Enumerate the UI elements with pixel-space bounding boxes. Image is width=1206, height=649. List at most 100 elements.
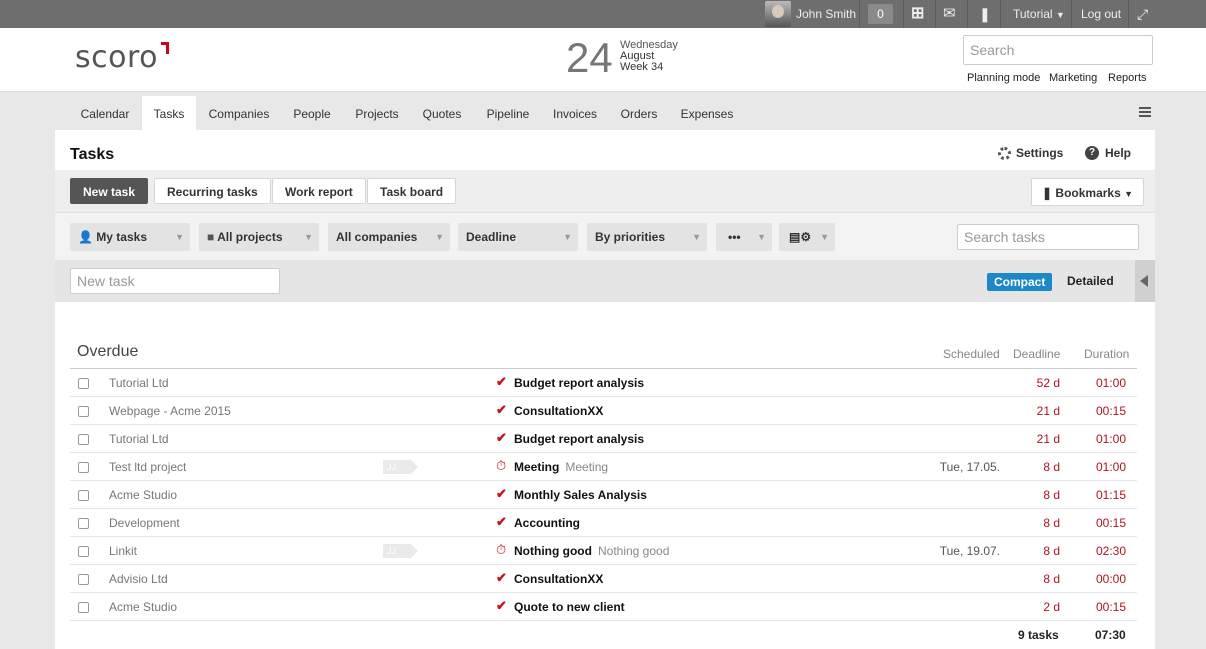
task-title[interactable]: Quote to new client [514, 600, 625, 614]
deadline-filter[interactable]: Deadline ▼ [458, 223, 578, 251]
task-project[interactable]: Linkit [109, 544, 137, 558]
task-project[interactable]: Test ltd project [109, 460, 186, 474]
task-title[interactable]: Budget report analysis [514, 376, 644, 390]
task-project[interactable]: Advisio Ltd [109, 572, 168, 586]
task-project[interactable]: Tutorial Ltd [109, 376, 169, 390]
help-link[interactable]: Help [1105, 146, 1131, 160]
task-project[interactable]: Tutorial Ltd [109, 432, 169, 446]
task-title[interactable]: Meeting Meeting [514, 460, 608, 474]
user-name[interactable]: John Smith [796, 0, 856, 28]
collapse-sidebar-icon[interactable] [1135, 260, 1155, 302]
reports-link[interactable]: Reports [1108, 72, 1147, 84]
tab-people[interactable]: People [286, 96, 338, 130]
col-duration[interactable]: Duration [1084, 347, 1129, 361]
task-checkbox[interactable] [78, 546, 89, 557]
logout-link[interactable]: Log out [1081, 0, 1121, 28]
priorities-filter[interactable]: By priorities ▼ [587, 223, 707, 251]
table-row[interactable]: Webpage - Acme 2015 ✔ ConsultationXX 21 d 00… [70, 397, 1137, 425]
work-report-button[interactable]: Work report [272, 178, 366, 204]
task-title[interactable]: ConsultationXX [514, 572, 603, 586]
search-input[interactable]: Search [963, 35, 1153, 65]
task-duration: 00:15 [1095, 600, 1126, 614]
task-project[interactable]: Acme Studio [109, 488, 177, 502]
task-title[interactable]: Budget report analysis [514, 432, 644, 446]
chevron-down-icon: ▼ [757, 232, 766, 242]
settings-link[interactable]: Settings [1016, 146, 1063, 160]
my-tasks-label: My tasks [96, 230, 147, 244]
task-checkbox[interactable] [78, 490, 89, 501]
all-companies-label: All companies [336, 230, 418, 244]
tab-projects[interactable]: Projects [348, 96, 406, 130]
task-duration: 00:15 [1095, 516, 1126, 530]
table-row[interactable]: Linkit JJ ⏱ Nothing good Nothing good Tue, 19… [70, 537, 1137, 565]
menu-icon[interactable] [1139, 107, 1151, 117]
task-title[interactable]: Accounting [514, 516, 580, 530]
task-title[interactable]: ConsultationXX [514, 404, 603, 418]
task-title-text: ConsultationXX [514, 404, 604, 418]
task-duration: 01:15 [1095, 488, 1126, 502]
table-row[interactable]: Advisio Ltd ✔ ConsultationXX 8 d 00:00 [70, 565, 1137, 593]
more-filter[interactable]: ••• ▼ [716, 223, 772, 251]
add-icon[interactable]: ⊞ [911, 0, 924, 28]
search-tasks-input[interactable]: Search tasks [957, 224, 1139, 250]
bookmark-icon[interactable]: ❚ [979, 0, 991, 28]
tutorial-menu[interactable]: Tutorial ▼ [1013, 0, 1065, 28]
tab-invoices[interactable]: Invoices [547, 96, 603, 130]
task-project[interactable]: Acme Studio [109, 600, 177, 614]
task-deadline: 8 d [1043, 460, 1060, 474]
tab-tasks[interactable]: Tasks [142, 96, 196, 130]
columns-filter[interactable]: ▤⚙ ▼ [779, 223, 835, 251]
tab-expenses[interactable]: Expenses [674, 96, 740, 130]
col-deadline[interactable]: Deadline [1013, 347, 1060, 361]
task-checkbox[interactable] [78, 462, 89, 473]
marketing-link[interactable]: Marketing [1049, 72, 1097, 84]
user-avatar[interactable] [765, 1, 791, 27]
table-row[interactable]: Development ✔ Accounting 8 d 00:15 [70, 509, 1137, 537]
tab-pipeline[interactable]: Pipeline [479, 96, 537, 130]
check-icon: ✔ [496, 430, 507, 445]
help-icon[interactable]: ? [1085, 146, 1099, 160]
tab-calendar[interactable]: Calendar [72, 96, 138, 130]
mail-icon[interactable]: ✉ [943, 0, 956, 28]
tab-orders[interactable]: Orders [614, 96, 664, 130]
task-checkbox[interactable] [78, 434, 89, 445]
my-tasks-filter[interactable]: 👤 My tasks ▼ [70, 223, 190, 251]
tab-companies[interactable]: Companies [201, 96, 277, 130]
task-board-button[interactable]: Task board [367, 178, 457, 204]
task-checkbox[interactable] [78, 378, 89, 389]
all-projects-filter[interactable]: ■ All projects ▼ [199, 223, 319, 251]
notification-count[interactable]: 0 [868, 4, 893, 24]
fullscreen-icon[interactable]: ⤢ [1137, 0, 1148, 28]
logo[interactable]: scoro [75, 40, 158, 75]
divider [859, 0, 860, 28]
table-row[interactable]: Tutorial Ltd ✔ Budget report analysis 52 d 0… [70, 369, 1137, 397]
task-deadline: 8 d [1043, 516, 1060, 530]
table-row[interactable]: Test ltd project JJ ⏱ Meeting Meeting Tue, 17… [70, 453, 1137, 481]
task-project[interactable]: Development [109, 516, 180, 530]
task-checkbox[interactable] [78, 602, 89, 613]
detailed-view-toggle[interactable]: Detailed [1067, 274, 1114, 288]
gear-icon[interactable] [998, 147, 1011, 160]
col-scheduled[interactable]: Scheduled [943, 347, 1000, 361]
task-deadline: 21 d [1036, 404, 1060, 418]
table-row[interactable]: Acme Studio ✔ Quote to new client 2 d 00:15 [70, 593, 1137, 621]
task-checkbox[interactable] [78, 406, 89, 417]
all-companies-filter[interactable]: All companies ▼ [328, 223, 450, 251]
recurring-tasks-button[interactable]: Recurring tasks [154, 178, 271, 204]
task-checkbox[interactable] [78, 574, 89, 585]
new-task-bar: New task Compact Detailed [55, 260, 1155, 302]
compact-view-toggle[interactable]: Compact [987, 273, 1053, 291]
table-row[interactable]: Tutorial Ltd ✔ Budget report analysis 21 d 0… [70, 425, 1137, 453]
task-list: Tutorial Ltd ✔ Budget report analysis 52 d 0… [70, 368, 1137, 621]
bookmarks-button[interactable]: ❚ Bookmarks ▼ [1031, 178, 1145, 206]
task-project[interactable]: Webpage - Acme 2015 [109, 404, 231, 418]
new-task-button[interactable]: New task [70, 178, 149, 204]
table-row[interactable]: Acme Studio ✔ Monthly Sales Analysis 8 d 01:… [70, 481, 1137, 509]
new-task-input[interactable]: New task [70, 268, 280, 294]
chevron-down-icon: ▼ [304, 232, 313, 242]
planning-mode-link[interactable]: Planning mode [967, 72, 1040, 84]
task-checkbox[interactable] [78, 518, 89, 529]
tab-quotes[interactable]: Quotes [416, 96, 468, 130]
task-title[interactable]: Monthly Sales Analysis [514, 488, 647, 502]
task-title[interactable]: Nothing good Nothing good [514, 544, 669, 558]
